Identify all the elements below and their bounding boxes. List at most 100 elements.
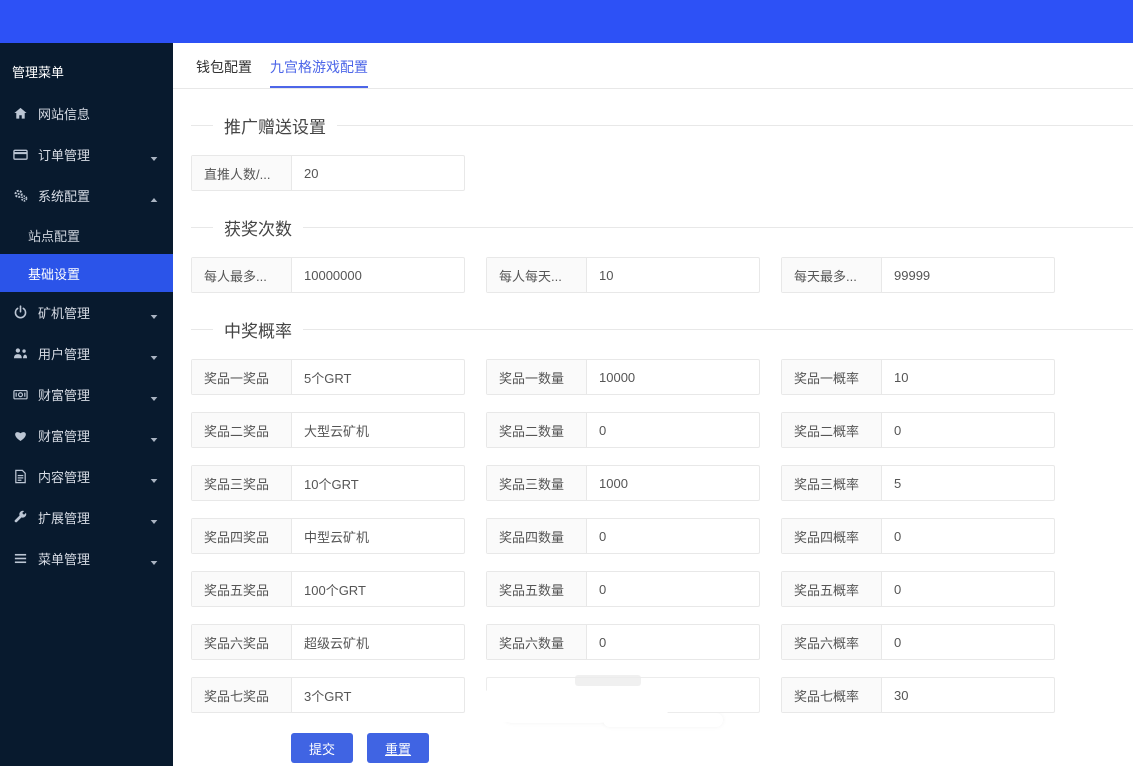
field-input[interactable] <box>587 625 759 659</box>
field-label: 直推人数/... <box>192 156 292 190</box>
form-row: 奖品七奖品 奖品七概率 <box>191 675 1055 722</box>
users-icon <box>13 346 30 362</box>
field-label: 奖品一概率 <box>782 360 882 394</box>
field-input[interactable] <box>292 466 464 500</box>
form-field: 奖品二奖品 <box>191 412 465 448</box>
wrench-icon <box>13 510 30 526</box>
field-input[interactable] <box>587 572 759 606</box>
form-field: 奖品五奖品 <box>191 571 465 607</box>
field-input[interactable] <box>587 466 759 500</box>
field-input[interactable] <box>882 466 1054 500</box>
sidebar-item-miner-management[interactable]: 矿机管理 <box>0 292 173 333</box>
field-label: 奖品六数量 <box>487 625 587 659</box>
form-field: 奖品二概率 <box>781 412 1055 448</box>
sidebar-subitem-site-config[interactable]: 站点配置 <box>0 216 173 254</box>
sidebar-title: 管理菜单 <box>12 65 65 80</box>
field-input[interactable] <box>292 572 464 606</box>
form-field: 奖品一概率 <box>781 359 1055 395</box>
form-field: 每人最多... <box>191 257 465 293</box>
field-label: 奖品二奖品 <box>192 413 292 447</box>
form-row: 奖品五奖品 奖品五数量 奖品五概率 <box>191 571 1055 607</box>
field-label: 奖品三奖品 <box>192 466 292 500</box>
field-label: 每天最多... <box>782 258 882 292</box>
caret-down-icon <box>149 473 159 483</box>
sidebar-item-label: 系统配置 <box>38 189 91 204</box>
field-label: 奖品二数量 <box>487 413 587 447</box>
reset-button[interactable]: 重置 <box>367 733 430 763</box>
field-input[interactable] <box>292 360 464 394</box>
caret-down-icon <box>149 391 159 401</box>
caret-down-icon <box>149 432 159 442</box>
sidebar-item-label: 菜单管理 <box>38 552 91 567</box>
money-icon <box>13 387 30 403</box>
form-row: 奖品二奖品 奖品二数量 奖品二概率 <box>191 412 1055 448</box>
form-content: 推广赠送设置 直推人数/... 获奖次数 每人最多... 每人每天... 每天最… <box>173 113 1133 763</box>
sidebar-item-order-management[interactable]: 订单管理 <box>0 134 173 175</box>
submit-button[interactable]: 提交 <box>291 733 354 763</box>
form-field-obscured <box>479 675 760 722</box>
field-input[interactable] <box>882 360 1054 394</box>
sidebar-item-wealth-management-1[interactable]: 财富管理 <box>0 374 173 415</box>
field-label: 奖品一奖品 <box>192 360 292 394</box>
sidebar-item-content-management[interactable]: 内容管理 <box>0 456 173 497</box>
section-title: 推广赠送设置 <box>191 113 1133 138</box>
caret-down-icon <box>149 350 159 360</box>
form-row: 奖品三奖品 奖品三数量 奖品三概率 <box>191 465 1055 501</box>
form-row: 奖品一奖品 奖品一数量 奖品一概率 <box>191 359 1055 395</box>
field-label: 奖品六概率 <box>782 625 882 659</box>
sidebar-nav: 网站信息 订单管理 系统配置 站点配置 基础设置 矿机管理 用户管理 财富管理 财… <box>0 93 173 579</box>
form-field: 奖品一数量 <box>486 359 760 395</box>
field-label: 奖品四概率 <box>782 519 882 553</box>
sidebar-item-label: 扩展管理 <box>38 511 91 526</box>
top-header-bar <box>0 0 1133 43</box>
field-label: 奖品四奖品 <box>192 519 292 553</box>
form-field: 奖品一奖品 <box>191 359 465 395</box>
form-field: 奖品五概率 <box>781 571 1055 607</box>
form-row: 奖品六奖品 奖品六数量 奖品六概率 <box>191 624 1055 660</box>
bars-icon <box>13 551 30 567</box>
field-input[interactable] <box>882 413 1054 447</box>
power-icon <box>13 304 30 321</box>
field-input[interactable] <box>882 572 1054 606</box>
field-input[interactable] <box>882 678 1054 712</box>
form-field: 奖品四奖品 <box>191 518 465 554</box>
field-input[interactable] <box>882 258 1054 292</box>
sidebar-item-menu-management[interactable]: 菜单管理 <box>0 538 173 579</box>
form-field: 奖品六奖品 <box>191 624 465 660</box>
sidebar-item-extension-management[interactable]: 扩展管理 <box>0 497 173 538</box>
form-field: 直推人数/... <box>191 155 465 191</box>
sidebar-subitem-basic-settings[interactable]: 基础设置 <box>0 254 173 292</box>
field-input[interactable] <box>292 678 464 712</box>
form-field: 每天最多... <box>781 257 1055 293</box>
field-input[interactable] <box>882 625 1054 659</box>
erase-artifact <box>479 688 669 722</box>
sidebar-item-label: 网站信息 <box>38 107 91 122</box>
form-actions: 提交 重置 <box>291 733 1133 763</box>
sidebar-item-wealth-management-2[interactable]: 财富管理 <box>0 415 173 456</box>
tab-grid-game-config[interactable]: 九宫格游戏配置 <box>270 43 368 88</box>
field-label: 奖品七概率 <box>782 678 882 712</box>
field-input[interactable] <box>587 413 759 447</box>
field-label: 每人最多... <box>192 258 292 292</box>
field-input[interactable] <box>882 519 1054 553</box>
sidebar-item-website-info[interactable]: 网站信息 <box>0 93 173 134</box>
sidebar-item-system-config[interactable]: 系统配置 <box>0 175 173 216</box>
sidebar-item-user-management[interactable]: 用户管理 <box>0 333 173 374</box>
field-input[interactable] <box>292 156 464 190</box>
field-input[interactable] <box>292 519 464 553</box>
tab-wallet-config[interactable]: 钱包配置 <box>196 43 252 88</box>
sidebar-item-label: 财富管理 <box>38 388 91 403</box>
sidebar-item-label: 内容管理 <box>38 470 91 485</box>
field-input[interactable] <box>292 625 464 659</box>
field-label: 奖品二概率 <box>782 413 882 447</box>
file-icon <box>13 469 30 485</box>
field-input[interactable] <box>292 258 464 292</box>
form-row: 每人最多... 每人每天... 每天最多... <box>191 257 1055 293</box>
field-input[interactable] <box>587 519 759 553</box>
field-label: 奖品一数量 <box>487 360 587 394</box>
field-input[interactable] <box>587 360 759 394</box>
field-input[interactable] <box>587 258 759 292</box>
field-label: 奖品七奖品 <box>192 678 292 712</box>
credit-card-icon <box>13 147 30 163</box>
field-input[interactable] <box>292 413 464 447</box>
